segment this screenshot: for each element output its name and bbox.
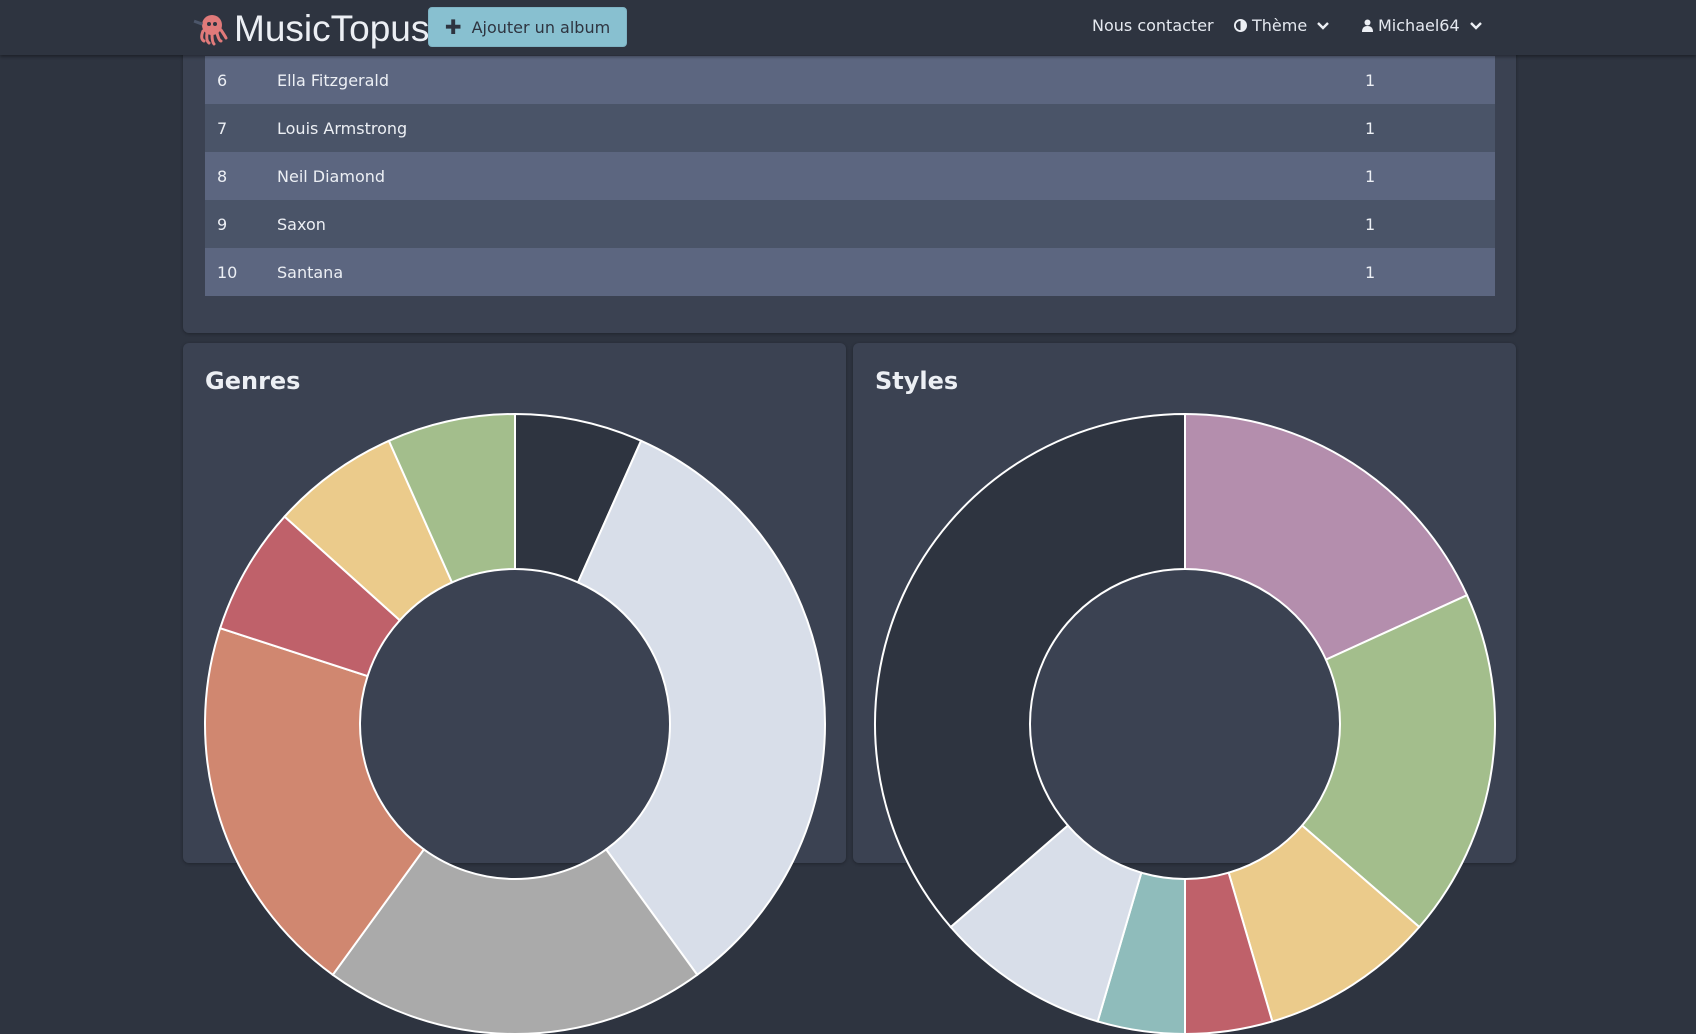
genres-donut-chart bbox=[204, 412, 826, 1034]
theme-label: Thème bbox=[1252, 16, 1308, 35]
octopus-logo-icon bbox=[193, 15, 228, 46]
artist-cell: Saxon bbox=[277, 200, 1365, 248]
rank-cell: 7 bbox=[205, 104, 277, 152]
table-row: 8 Neil Diamond 1 bbox=[205, 152, 1495, 200]
artist-cell: Neil Diamond bbox=[277, 152, 1365, 200]
table-row: 9 Saxon 1 bbox=[205, 200, 1495, 248]
rank-cell: 9 bbox=[205, 200, 277, 248]
artist-cell: Ella Fitzgerald bbox=[277, 56, 1365, 104]
brand-name: MusicTopus bbox=[234, 8, 430, 49]
add-album-button[interactable]: ✚ Ajouter un album bbox=[428, 7, 627, 47]
navbar: MusicTopus ✚ Ajouter un album Nous conta… bbox=[0, 0, 1696, 55]
user-dropdown[interactable]: Michael64 bbox=[1362, 16, 1482, 35]
rank-cell: 10 bbox=[205, 248, 277, 296]
table-row: 6 Ella Fitzgerald 1 bbox=[205, 56, 1495, 104]
donut-slice[interactable] bbox=[874, 412, 1186, 929]
user-icon bbox=[1362, 19, 1373, 32]
contact-label: Nous contacter bbox=[1092, 16, 1214, 35]
user-label: Michael64 bbox=[1378, 16, 1460, 35]
count-cell: 1 bbox=[1365, 104, 1495, 152]
theme-dropdown[interactable]: Thème bbox=[1234, 16, 1330, 35]
table-row: 7 Louis Armstrong 1 bbox=[205, 104, 1495, 152]
styles-donut-chart bbox=[874, 412, 1496, 1034]
chevron-down-icon bbox=[1317, 21, 1330, 30]
genres-title: Genres bbox=[205, 367, 301, 395]
rank-cell: 8 bbox=[205, 152, 277, 200]
artist-cell: Santana bbox=[277, 248, 1365, 296]
plus-icon: ✚ bbox=[444, 15, 462, 39]
contact-link[interactable]: Nous contacter bbox=[1092, 16, 1214, 35]
styles-title: Styles bbox=[875, 367, 959, 395]
table-row: 10 Santana 1 bbox=[205, 248, 1495, 296]
add-album-label: Ajouter un album bbox=[471, 17, 611, 37]
count-cell: 1 bbox=[1365, 152, 1495, 200]
count-cell: 1 bbox=[1365, 248, 1495, 296]
rank-cell: 6 bbox=[205, 56, 277, 104]
artist-cell: Louis Armstrong bbox=[277, 104, 1365, 152]
chevron-down-icon bbox=[1469, 21, 1482, 30]
brand-link[interactable]: MusicTopus bbox=[192, 8, 429, 50]
count-cell: 1 bbox=[1365, 200, 1495, 248]
contrast-icon bbox=[1234, 19, 1247, 32]
top-artists-table: 6 Ella Fitzgerald 1 7 Louis Armstrong 1 … bbox=[205, 56, 1495, 296]
count-cell: 1 bbox=[1365, 56, 1495, 104]
